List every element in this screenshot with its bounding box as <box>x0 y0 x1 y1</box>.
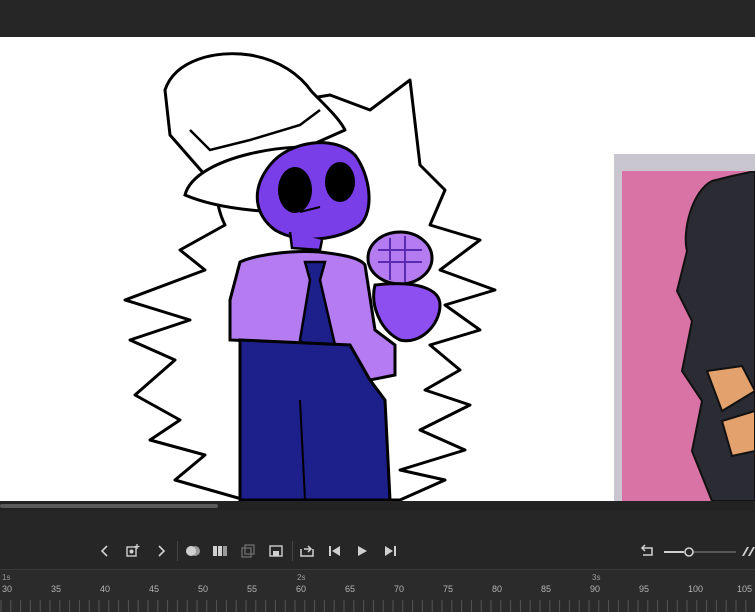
seconds-label: 2s <box>297 573 306 582</box>
frame-number: 60 <box>296 584 307 594</box>
frame-number: 90 <box>590 584 601 594</box>
zoom-slider[interactable] <box>664 545 736 557</box>
keyframe-add-icon[interactable] <box>123 538 143 564</box>
timeline-panel: 1s 2s 3s 30 35 40 45 50 55 60 65 70 75 8… <box>0 511 755 612</box>
reference-image-background <box>622 171 755 501</box>
stage-horizontal-scrollbar[interactable] <box>0 501 755 511</box>
scrollbar-thumb[interactable] <box>0 504 218 508</box>
step-forward-icon[interactable] <box>380 538 400 564</box>
edit-frames-icon[interactable] <box>238 538 258 564</box>
frame-icon[interactable] <box>266 538 286 564</box>
frame-number: 40 <box>100 584 111 594</box>
seconds-label: 1s <box>2 573 11 582</box>
frame-number: 35 <box>51 584 62 594</box>
frame-number: 55 <box>247 584 258 594</box>
play-icon[interactable] <box>352 538 372 564</box>
frame-number: 65 <box>345 584 356 594</box>
frame-number: 80 <box>492 584 503 594</box>
step-back-icon[interactable] <box>325 538 345 564</box>
divider <box>292 541 293 561</box>
timeline-controls <box>0 538 755 564</box>
timeline-ruler[interactable]: 1s 2s 3s 30 35 40 45 50 55 60 65 70 75 8… <box>0 569 755 612</box>
multiple-frames-icon[interactable] <box>210 538 230 564</box>
frame-number: 70 <box>394 584 405 594</box>
top-toolbar <box>0 0 755 37</box>
frame-number: 105 <box>737 584 753 594</box>
frame-number: 50 <box>198 584 209 594</box>
chevron-left-icon[interactable] <box>95 538 115 564</box>
reference-character <box>675 171 755 501</box>
onion-skin-icon[interactable] <box>183 538 203 564</box>
frame-number: 30 <box>2 584 13 594</box>
chevron-right-icon[interactable] <box>151 538 171 564</box>
fit-icon[interactable] <box>741 538 755 564</box>
frame-number: 85 <box>541 584 552 594</box>
undo-icon[interactable] <box>637 538 657 564</box>
frame-number: 100 <box>688 584 704 594</box>
stage-canvas[interactable] <box>0 37 755 501</box>
divider <box>177 541 178 561</box>
frame-number: 75 <box>443 584 454 594</box>
frame-number: 95 <box>639 584 650 594</box>
reference-image <box>614 154 755 501</box>
seconds-label: 3s <box>592 573 601 582</box>
frame-number: 45 <box>149 584 160 594</box>
zoom-slider-icon[interactable] <box>664 546 736 558</box>
loop-icon[interactable] <box>297 538 317 564</box>
